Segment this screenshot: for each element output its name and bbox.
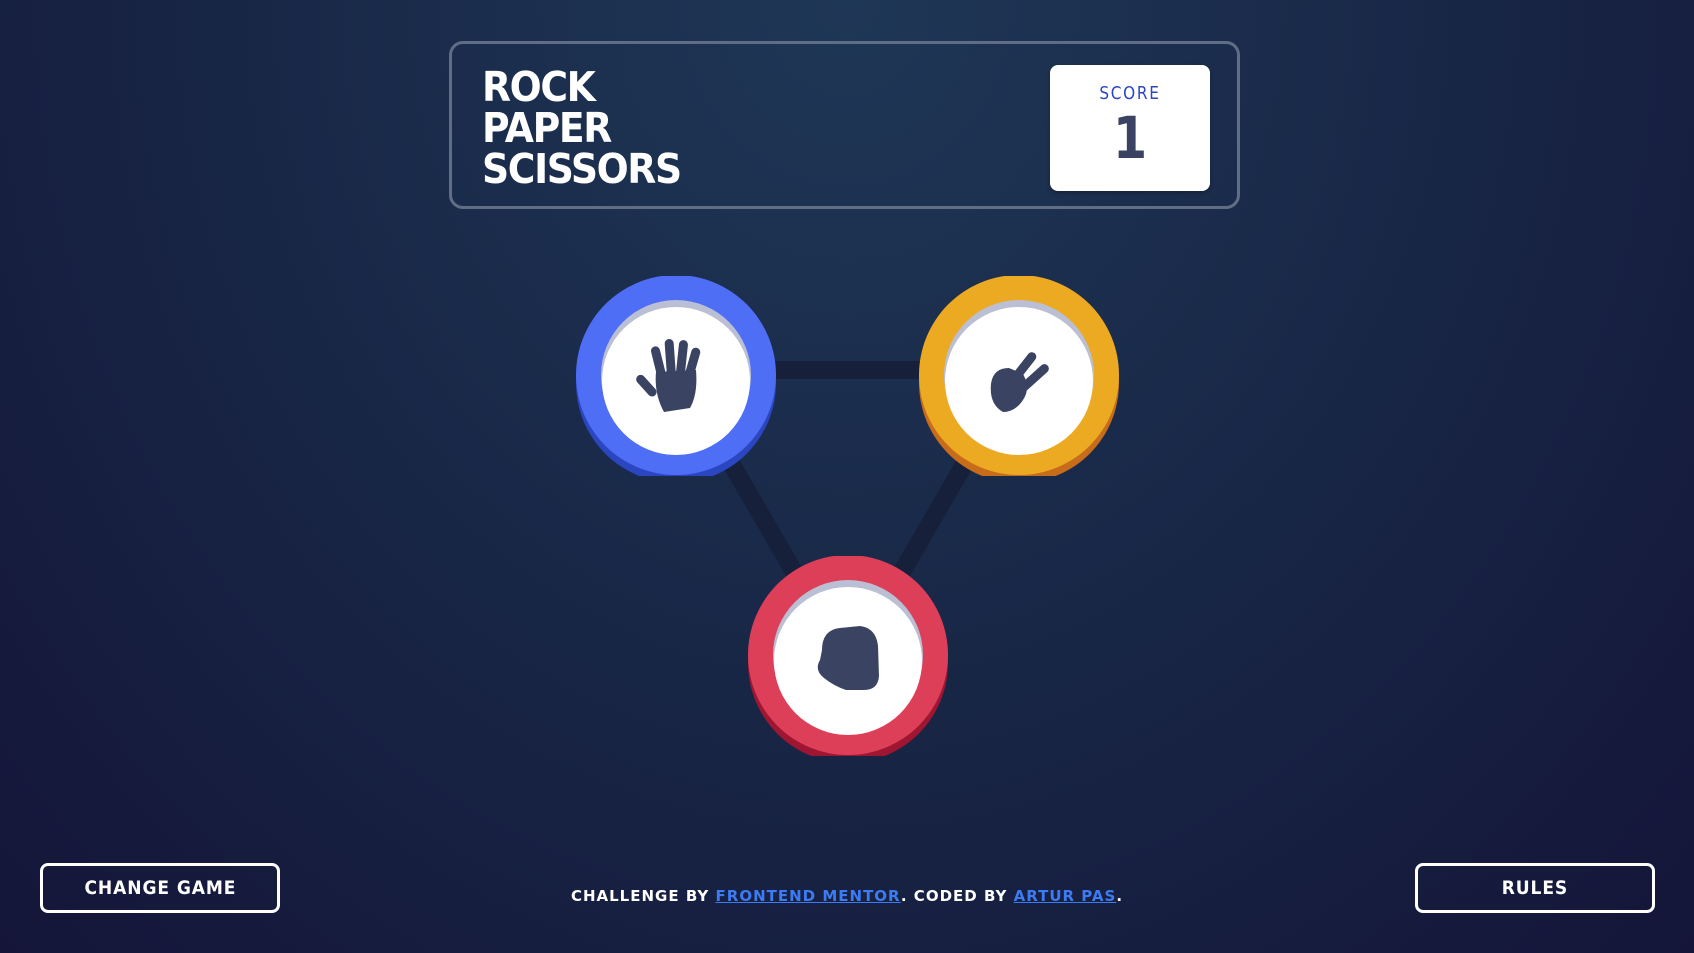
triangle-connector: [661, 361, 1035, 683]
rock-choice-button[interactable]: [748, 556, 948, 756]
rules-button[interactable]: RULES: [1415, 863, 1655, 913]
attribution-middle: . CODED BY: [900, 887, 1014, 905]
rules-label: RULES: [1501, 877, 1569, 899]
paper-choice-button[interactable]: [576, 276, 776, 476]
author-link[interactable]: ARTUR PAS: [1014, 887, 1117, 905]
frontend-mentor-link[interactable]: FRONTEND MENTOR: [716, 887, 901, 905]
attribution-prefix: CHALLENGE BY: [570, 887, 716, 905]
attribution-suffix: .: [1116, 887, 1124, 905]
scissors-choice-button[interactable]: [919, 276, 1119, 476]
game-board: [0, 0, 1694, 953]
